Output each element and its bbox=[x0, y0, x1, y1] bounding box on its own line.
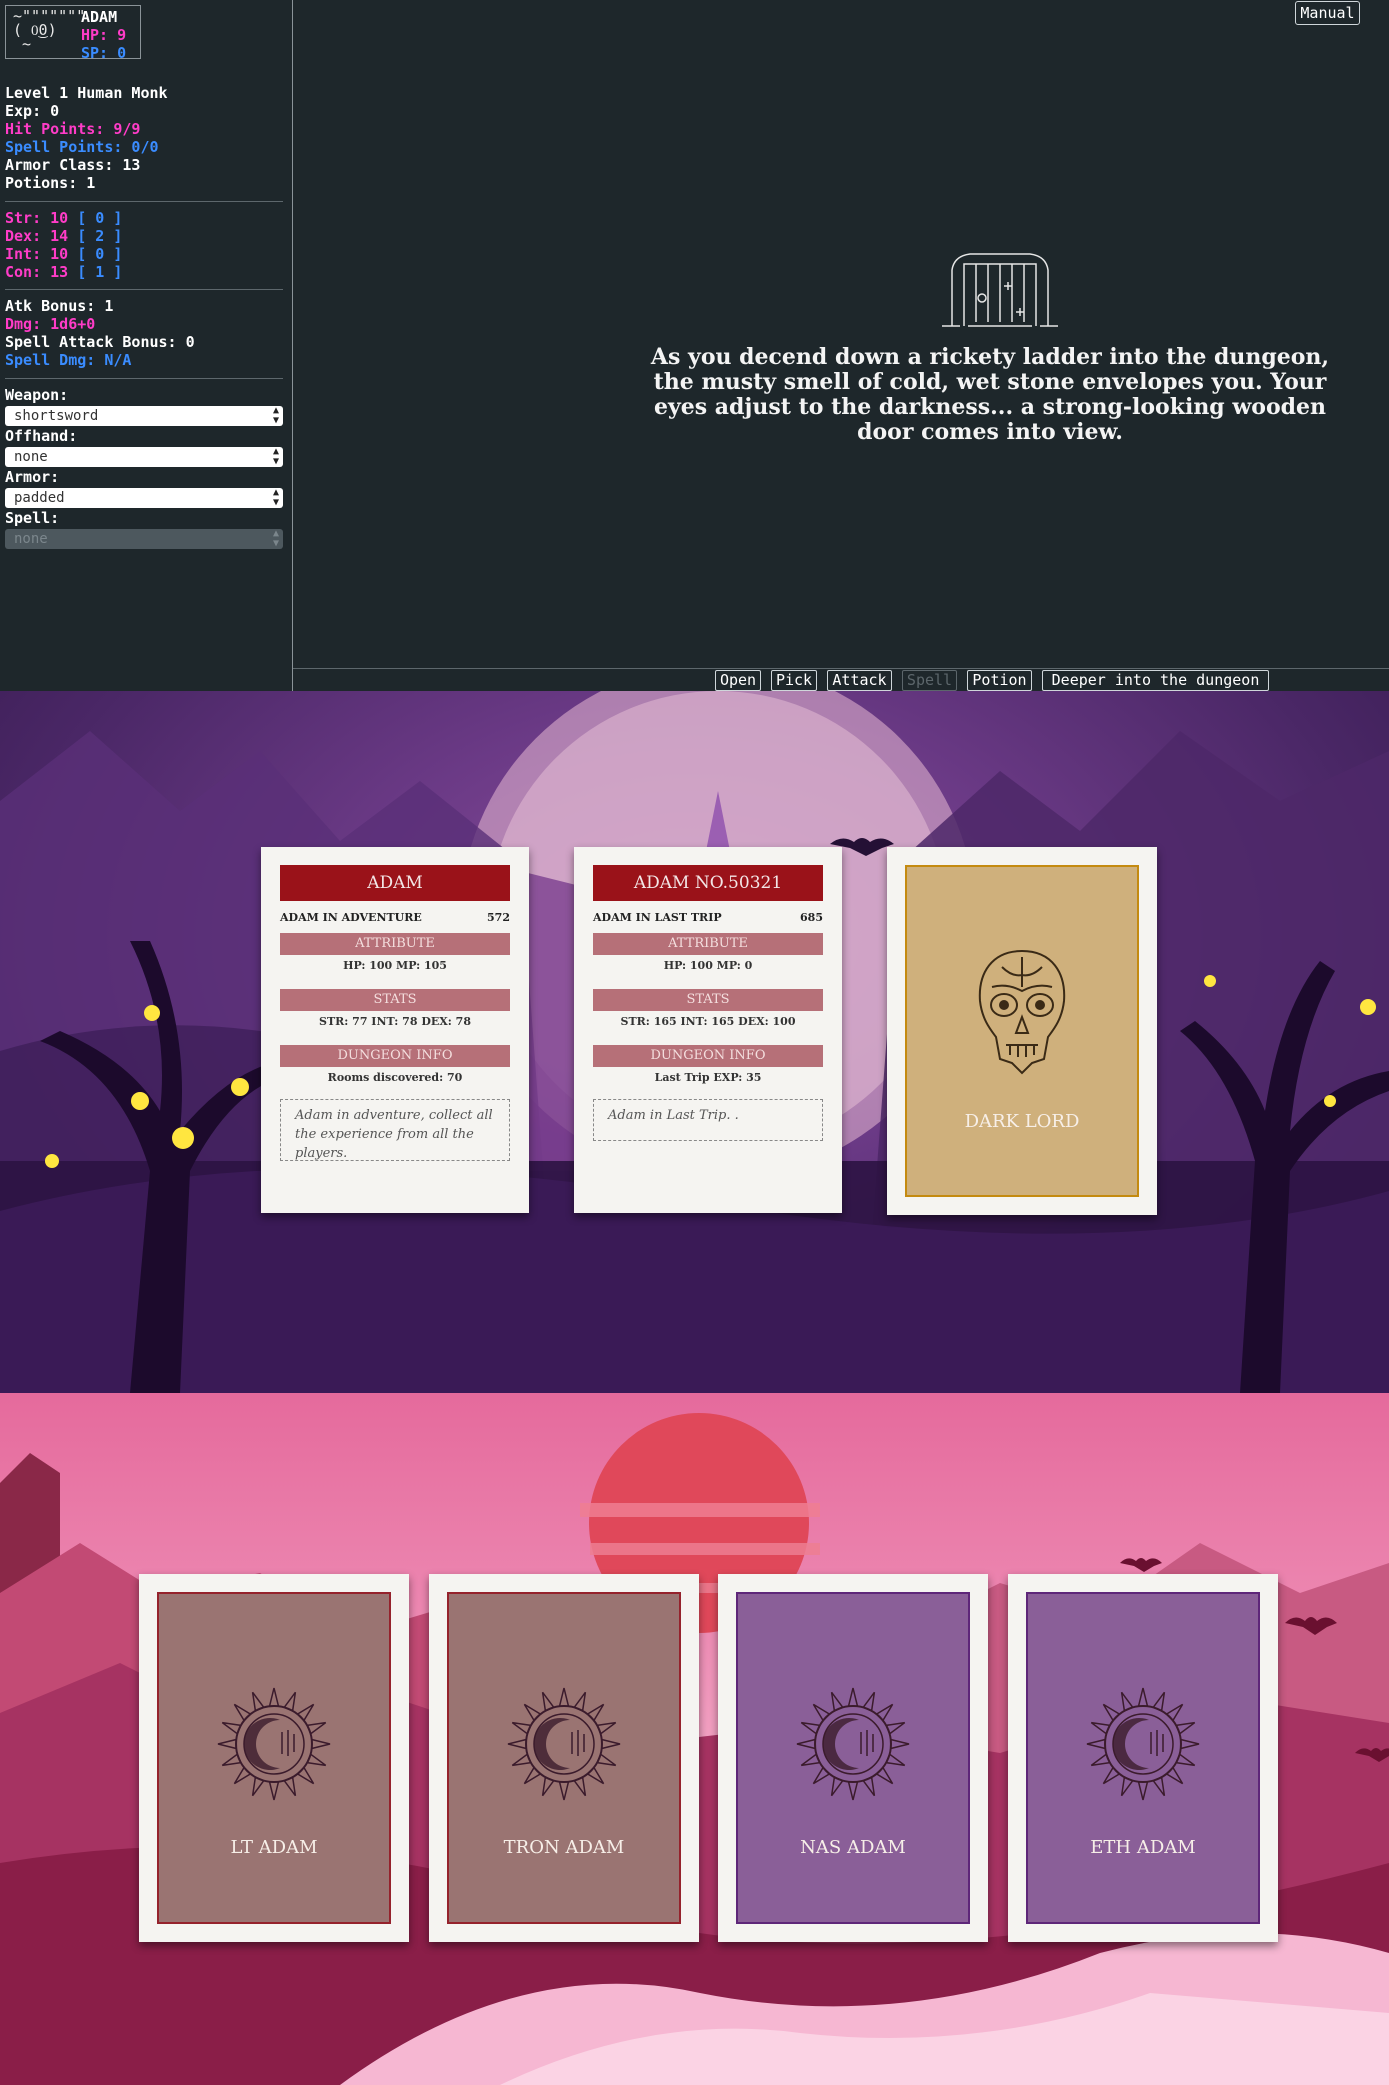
potions-stat: Potions: 1 bbox=[5, 174, 96, 192]
dungeon-info-value: Rooms discovered: 70 bbox=[327, 1071, 463, 1084]
select-arrows-icon: ▲ ▼ bbox=[272, 446, 279, 467]
str-mod: [ 0 ] bbox=[77, 209, 123, 227]
deeper-into-dungeon-button[interactable]: Deeper into the dungeon bbox=[1042, 670, 1269, 691]
action-bar-divider bbox=[293, 668, 1389, 669]
sun-moon-emblem-icon bbox=[217, 1687, 331, 1801]
card-note: Adam in adventure, collect all the exper… bbox=[280, 1099, 510, 1161]
spell-damage-stat: Spell Dmg: N/A bbox=[5, 351, 132, 369]
stats-value: STR: 77 INT: 78 DEX: 78 bbox=[319, 1015, 471, 1028]
character-name: ADAM bbox=[81, 8, 118, 26]
hit-points-stat: Hit Points: 9/9 bbox=[5, 120, 141, 138]
offhand-select[interactable]: none ▲ ▼ bbox=[5, 447, 283, 467]
hud-hp: HP: 9 bbox=[81, 26, 127, 44]
int-stat: Int: 10 [ 0 ] bbox=[5, 245, 122, 263]
spell-attack-bonus-stat: Spell Attack Bonus: 0 bbox=[5, 333, 195, 351]
card-title: ADAM bbox=[280, 865, 510, 901]
attribute-header: ATTRIBUTE bbox=[593, 933, 823, 955]
armor-select-value: padded bbox=[14, 490, 65, 506]
token-card-tron-adam[interactable]: TRON ADAM bbox=[429, 1574, 699, 1942]
dex-stat: Dex: 14 [ 2 ] bbox=[5, 227, 122, 245]
token-card-eth-adam[interactable]: ETH ADAM bbox=[1008, 1574, 1278, 1942]
card-name: ETH ADAM bbox=[1090, 1837, 1196, 1858]
pick-button[interactable]: Pick bbox=[771, 670, 817, 691]
character-portrait-box: ~""""""" ( 0͜0) ~ ADAM HP: 9 SP: 0 bbox=[5, 5, 141, 62]
card-number: 685 bbox=[800, 911, 823, 924]
stats-value: STR: 165 INT: 165 DEX: 100 bbox=[620, 1015, 796, 1028]
sun-moon-emblem-icon bbox=[796, 1687, 910, 1801]
adam-last-trip-card[interactable]: ADAM NO.50321 ADAM IN LAST TRIP 685 ATTRI… bbox=[574, 847, 842, 1213]
dex-label: Dex: 14 bbox=[5, 227, 78, 245]
spell-select-value: none bbox=[14, 531, 48, 547]
card-name: NAS ADAM bbox=[800, 1837, 906, 1858]
exp-stat: Exp: 0 bbox=[5, 102, 60, 120]
card-subtitle: ADAM IN ADVENTURE bbox=[280, 911, 422, 924]
skull-icon bbox=[978, 949, 1066, 1075]
dex-mod: [ 2 ] bbox=[77, 227, 123, 245]
weapon-label: Weapon: bbox=[5, 386, 69, 404]
attribute-value: HP: 100 MP: 0 bbox=[663, 959, 753, 972]
spell-label: Spell: bbox=[5, 509, 60, 527]
card-name: DARK LORD bbox=[964, 1111, 1080, 1132]
offhand-select-value: none bbox=[14, 449, 48, 465]
card-name: TRON ADAM bbox=[503, 1837, 625, 1858]
select-arrows-icon: ▲ ▼ bbox=[272, 405, 279, 426]
spell-select: none ▲ ▼ bbox=[5, 529, 283, 549]
con-label: Con: 13 bbox=[5, 263, 78, 281]
divider bbox=[5, 201, 283, 202]
open-button[interactable]: Open bbox=[715, 670, 761, 691]
dark-lord-card[interactable]: DARK LORD bbox=[887, 847, 1157, 1215]
stats-header: STATS bbox=[280, 989, 510, 1011]
divider bbox=[5, 289, 283, 290]
offhand-label: Offhand: bbox=[5, 427, 78, 445]
character-class: Level 1 Human Monk bbox=[5, 84, 168, 102]
narrative-text: As you decend down a rickety ladder into… bbox=[650, 344, 1330, 445]
select-arrows-icon: ▲ ▼ bbox=[272, 487, 279, 508]
dungeon-info-value: Last Trip EXP: 35 bbox=[654, 1071, 762, 1084]
token-card-lt-adam[interactable]: LT ADAM bbox=[139, 1574, 409, 1942]
str-stat: Str: 10 [ 0 ] bbox=[5, 209, 122, 227]
int-label: Int: 10 bbox=[5, 245, 78, 263]
attribute-value: HP: 100 MP: 105 bbox=[343, 959, 447, 972]
atk-bonus-stat: Atk Bonus: 1 bbox=[5, 297, 114, 315]
spell-points-stat: Spell Points: 0/0 bbox=[5, 138, 159, 156]
stats-header: STATS bbox=[593, 989, 823, 1011]
card-number: 572 bbox=[487, 911, 510, 924]
character-portrait: ~""""""" ( 0͜0) ~ bbox=[13, 7, 86, 53]
select-arrows-icon: ▲ ▼ bbox=[272, 528, 279, 549]
armor-select[interactable]: padded ▲ ▼ bbox=[5, 488, 283, 508]
armor-class-stat: Armor Class: 13 bbox=[5, 156, 141, 174]
adam-cards-section: ADAM ADAM IN ADVENTURE 572 ATTRIBUTE HP: … bbox=[0, 691, 1389, 1393]
divider bbox=[5, 378, 283, 379]
str-label: Str: 10 bbox=[5, 209, 78, 227]
weapon-select[interactable]: shortsword ▲ ▼ bbox=[5, 406, 283, 426]
manual-button[interactable]: Manual bbox=[1295, 1, 1360, 25]
card-note: Adam in Last Trip. . bbox=[593, 1099, 823, 1141]
wooden-door-icon bbox=[942, 253, 1058, 327]
token-card-nas-adam[interactable]: NAS ADAM bbox=[718, 1574, 988, 1942]
token-cards-section: LT ADAM TRON ADAM NAS ADAM ETH ADAM bbox=[0, 1393, 1389, 2085]
weapon-select-value: shortsword bbox=[14, 408, 99, 424]
sun-moon-emblem-icon bbox=[1086, 1687, 1200, 1801]
con-mod: [ 1 ] bbox=[77, 263, 123, 281]
int-mod: [ 0 ] bbox=[77, 245, 123, 263]
card-subtitle: ADAM IN LAST TRIP bbox=[593, 911, 722, 924]
dungeon-info-header: DUNGEON INFO bbox=[593, 1045, 823, 1067]
potion-button[interactable]: Potion bbox=[967, 670, 1032, 691]
armor-label: Armor: bbox=[5, 468, 60, 486]
con-stat: Con: 13 [ 1 ] bbox=[5, 263, 122, 281]
sun-moon-emblem-icon bbox=[507, 1687, 621, 1801]
attribute-header: ATTRIBUTE bbox=[280, 933, 510, 955]
game-panel: ~""""""" ( 0͜0) ~ ADAM HP: 9 SP: 0 Level… bbox=[0, 0, 1389, 691]
attack-button[interactable]: Attack bbox=[827, 670, 892, 691]
character-sidebar: ~""""""" ( 0͜0) ~ ADAM HP: 9 SP: 0 Level… bbox=[0, 0, 293, 691]
card-title: ADAM NO.50321 bbox=[593, 865, 823, 901]
hud-sp: SP: 0 bbox=[81, 44, 127, 62]
spell-button: Spell bbox=[902, 670, 957, 691]
dungeon-info-header: DUNGEON INFO bbox=[280, 1045, 510, 1067]
damage-stat: Dmg: 1d6+0 bbox=[5, 315, 96, 333]
card-name: LT ADAM bbox=[230, 1837, 318, 1858]
adam-profile-card[interactable]: ADAM ADAM IN ADVENTURE 572 ATTRIBUTE HP: … bbox=[261, 847, 529, 1213]
